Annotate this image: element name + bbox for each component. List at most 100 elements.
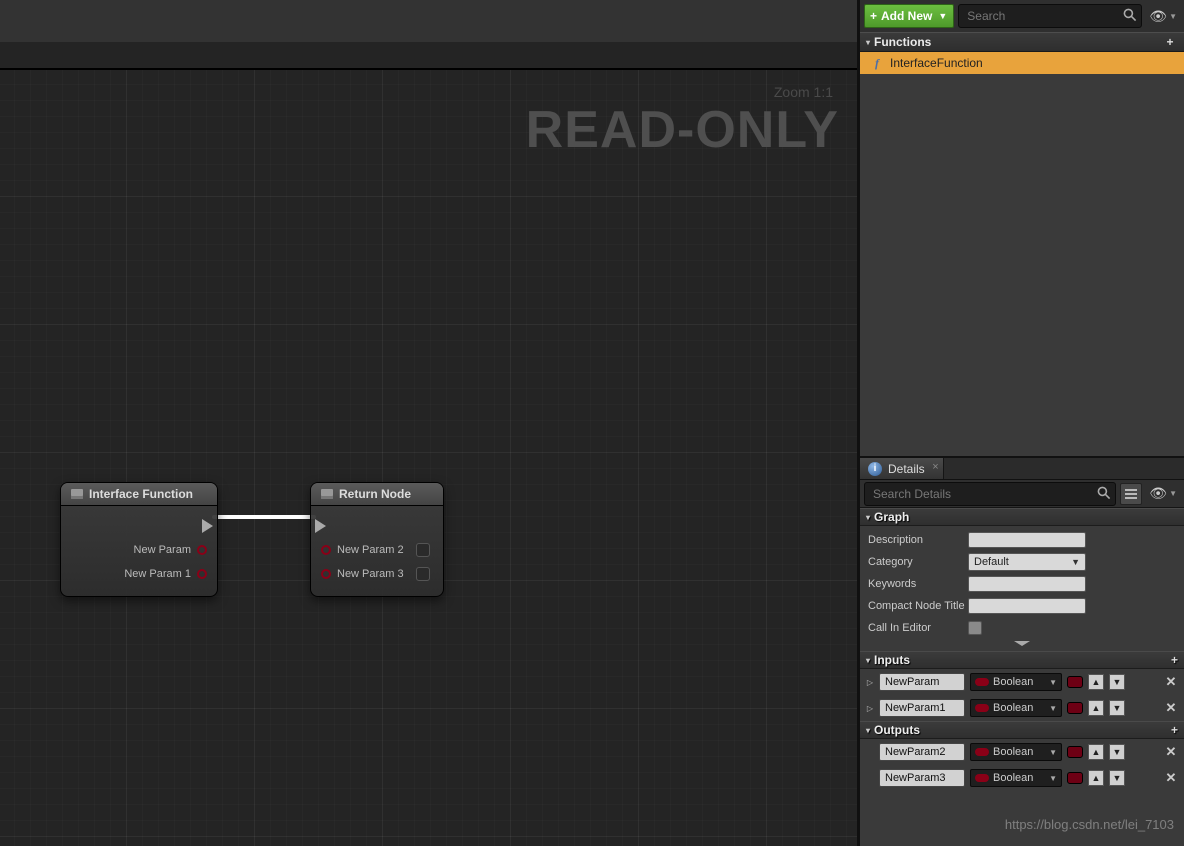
delete-param-button[interactable]: ✕ [1163,744,1179,760]
category-combobox[interactable]: Default ▼ [968,553,1086,571]
delete-param-button[interactable]: ✕ [1163,700,1179,716]
container-type-button[interactable] [1067,702,1083,714]
type-label: Boolean [993,746,1033,758]
details-view-options[interactable]: 👁 ▼ [1146,482,1180,506]
category-title: Outputs [874,723,920,737]
details-tab[interactable]: i Details × [860,458,944,479]
container-type-button[interactable] [1067,772,1083,784]
functions-section-header[interactable]: ▾ Functions + [860,32,1184,52]
add-output-button[interactable]: + [1171,723,1178,737]
node-body: New Param 2 New Param 3 [311,506,443,596]
inputs-category-header[interactable]: ▾ Inputs + [860,651,1184,669]
prop-label: Category [868,556,968,568]
param-name-input[interactable]: NewParam1 [879,699,965,717]
category-title: Graph [874,510,909,524]
delete-param-button[interactable]: ✕ [1163,770,1179,786]
pin-default-checkbox[interactable] [416,567,430,581]
chevron-down-icon: ▼ [1049,704,1057,713]
move-up-button[interactable]: ▲ [1088,674,1104,690]
call-in-editor-checkbox[interactable] [968,621,982,635]
chevron-down-icon: ▼ [1049,748,1057,757]
add-function-button[interactable]: + [1162,35,1178,49]
node-header[interactable]: Interface Function [61,483,217,506]
param-name-input[interactable]: NewParam3 [879,769,965,787]
pin-default-checkbox[interactable] [416,543,430,557]
exec-out-pin[interactable] [71,514,207,538]
delete-param-button[interactable]: ✕ [1163,674,1179,690]
node-header-icon [71,489,83,499]
move-down-button[interactable]: ▼ [1109,770,1125,786]
node-interface-function[interactable]: Interface Function New Param New Param 1 [60,482,218,597]
param-type-combobox[interactable]: Boolean ▼ [970,673,1062,691]
function-item-interfacefunction[interactable]: f InterfaceFunction [860,52,1184,74]
readonly-watermark: READ-ONLY [526,100,839,160]
add-new-label: Add New [881,9,932,23]
node-return[interactable]: Return Node New Param 2 New Param 3 [310,482,444,597]
search-icon[interactable] [1122,7,1138,26]
add-input-button[interactable]: + [1171,653,1178,667]
plus-icon: + [870,9,877,23]
move-down-button[interactable]: ▼ [1109,744,1125,760]
chevron-down-icon: ▼ [1071,557,1080,567]
param-name-input[interactable]: NewParam2 [879,743,965,761]
prop-label: Keywords [868,578,968,590]
move-up-button[interactable]: ▲ [1088,744,1104,760]
input-pin-newparam3[interactable]: New Param 3 [321,562,433,586]
graph-toolbar-strip [0,0,857,42]
container-type-button[interactable] [1067,676,1083,688]
add-new-button[interactable]: + Add New ▼ [864,4,954,28]
pin-label: New Param [134,544,191,556]
output-param-row-1: ▷ NewParam3 Boolean ▼ ▲ ▼ ✕ [860,765,1184,791]
param-type-combobox[interactable]: Boolean ▼ [970,699,1062,717]
type-color-pill [975,704,989,712]
description-input[interactable] [968,532,1086,548]
property-matrix-button[interactable] [1120,483,1142,505]
eye-icon: 👁 [1149,8,1167,25]
compact-title-input[interactable] [968,598,1086,614]
pin-label: New Param 2 [337,544,404,556]
expand-triangle-icon[interactable]: ▷ [866,678,874,687]
details-search-row: 👁 ▼ [860,480,1184,508]
move-down-button[interactable]: ▼ [1109,674,1125,690]
search-input[interactable] [958,4,1142,28]
graph-area: Zoom 1:1 READ-ONLY Interface Function Ne… [0,0,857,846]
category-title: Inputs [874,653,910,667]
input-pin-newparam2[interactable]: New Param 2 [321,538,433,562]
graph-category-header[interactable]: ▾ Graph [860,508,1184,526]
node-title: Interface Function [89,487,193,501]
output-pin-newparam[interactable]: New Param [71,538,207,562]
type-color-pill [975,678,989,686]
container-type-button[interactable] [1067,746,1083,758]
move-down-button[interactable]: ▼ [1109,700,1125,716]
combo-value: Default [974,556,1009,568]
my-blueprint-toolbar: + Add New ▼ 👁 ▼ [860,0,1184,32]
param-name-input[interactable]: NewParam [879,673,965,691]
param-type-combobox[interactable]: Boolean ▼ [970,769,1062,787]
close-icon[interactable]: × [932,461,938,473]
collapse-triangle-icon: ▾ [866,656,870,665]
function-icon: f [870,56,884,71]
output-pin-newparam1[interactable]: New Param 1 [71,562,207,586]
blueprint-graph-canvas[interactable]: Zoom 1:1 READ-ONLY Interface Function Ne… [0,68,857,846]
param-type-combobox[interactable]: Boolean ▼ [970,743,1062,761]
exec-wire [212,515,316,519]
details-panel: i Details × 👁 ▼ ▾ Graph [860,456,1184,846]
view-options-button[interactable]: 👁 ▼ [1146,4,1180,28]
node-header[interactable]: Return Node [311,483,443,506]
move-up-button[interactable]: ▲ [1088,700,1104,716]
expand-advanced-toggle[interactable] [860,639,1184,648]
details-search-input[interactable] [864,482,1116,506]
keywords-input[interactable] [968,576,1086,592]
outputs-category-header[interactable]: ▾ Outputs + [860,721,1184,739]
exec-in-pin[interactable] [321,514,433,538]
expand-triangle-icon[interactable]: ▷ [866,704,874,713]
node-title: Return Node [339,487,411,501]
node-header-icon [321,489,333,499]
node-body: New Param New Param 1 [61,506,217,596]
pin-label: New Param 1 [124,568,191,580]
search-icon[interactable] [1096,485,1112,504]
details-tab-bar: i Details × [860,458,1184,480]
pin-label: New Param 3 [337,568,404,580]
graph-properties: Description Category Default ▼ Keywords … [860,526,1184,651]
move-up-button[interactable]: ▲ [1088,770,1104,786]
